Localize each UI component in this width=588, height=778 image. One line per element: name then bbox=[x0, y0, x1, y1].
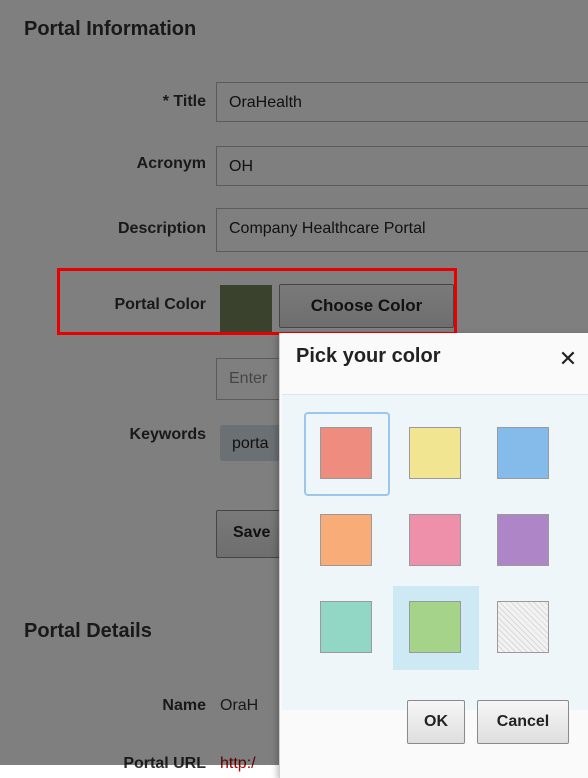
color-grid bbox=[282, 394, 588, 710]
color-swatch-purple bbox=[497, 514, 549, 566]
color-option-purple[interactable] bbox=[481, 499, 567, 583]
color-option-green[interactable] bbox=[393, 586, 479, 670]
color-swatch-none bbox=[497, 601, 549, 653]
color-option-orange[interactable] bbox=[304, 499, 390, 583]
color-option-none[interactable] bbox=[481, 586, 567, 670]
color-swatch-teal bbox=[320, 601, 372, 653]
color-picker-title: Pick your color bbox=[296, 345, 441, 367]
color-swatch-green bbox=[409, 601, 461, 653]
color-swatch-orange bbox=[320, 514, 372, 566]
color-option-teal[interactable] bbox=[304, 586, 390, 670]
color-option-pink[interactable] bbox=[393, 499, 479, 583]
color-option-yellow[interactable] bbox=[393, 412, 479, 496]
color-swatch-yellow bbox=[409, 427, 461, 479]
cancel-button[interactable]: Cancel bbox=[477, 700, 569, 744]
color-swatch-red bbox=[320, 427, 372, 479]
color-option-red[interactable] bbox=[304, 412, 390, 496]
color-swatch-blue bbox=[497, 427, 549, 479]
ok-button[interactable]: OK bbox=[407, 700, 465, 744]
color-swatch-pink bbox=[409, 514, 461, 566]
close-icon[interactable]: ✕ bbox=[557, 348, 579, 370]
color-picker-popup: Pick your color ✕ OK Cancel bbox=[279, 333, 588, 778]
color-option-blue[interactable] bbox=[481, 412, 567, 496]
